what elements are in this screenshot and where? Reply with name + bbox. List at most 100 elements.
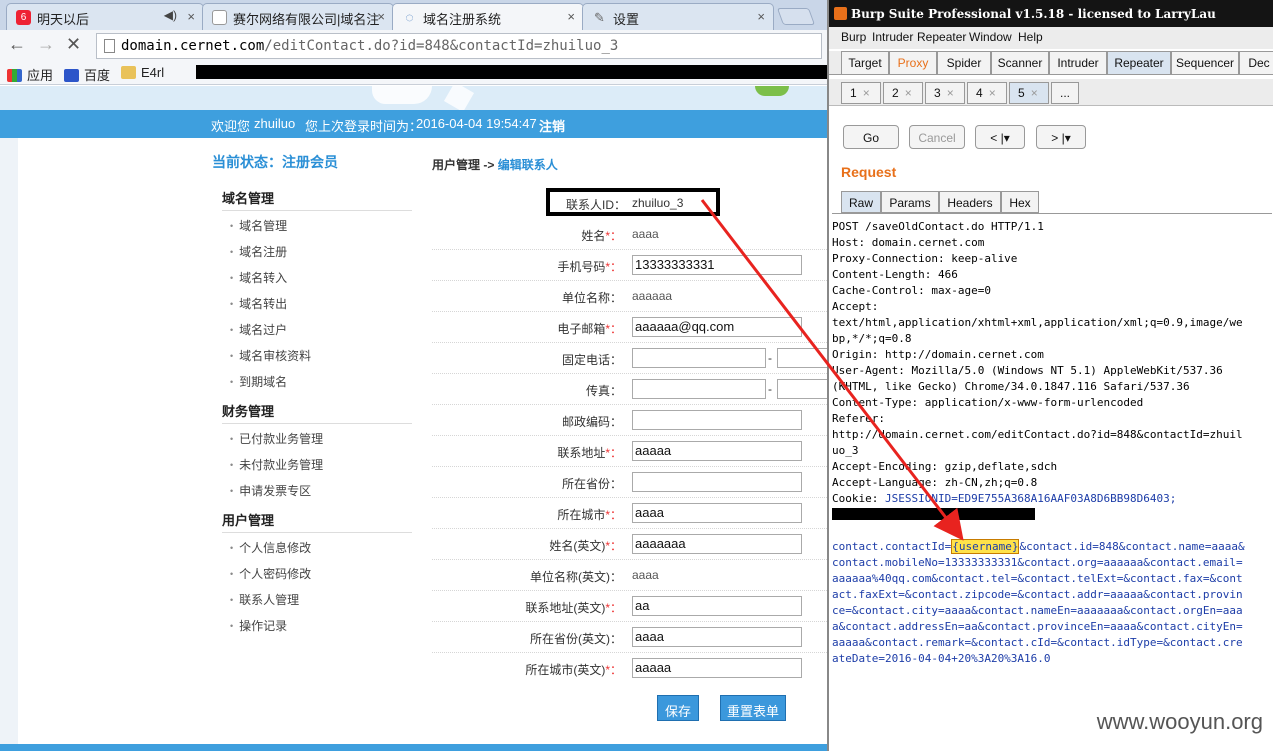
sidebar-item-domain-transfer-out[interactable]: 域名转出 <box>230 295 287 312</box>
repeater-tab-4[interactable]: 4 × <box>967 82 1007 104</box>
repeater-tab-3[interactable]: 3 × <box>925 82 965 104</box>
city-en-input[interactable]: aaaaa <box>632 658 802 678</box>
fax-ext-input[interactable] <box>777 379 827 399</box>
zipcode-input[interactable] <box>632 410 802 430</box>
request-line: User-Agent: Mozilla/5.0 (Windows NT 5.1)… <box>832 364 1223 377</box>
tab-spider[interactable]: Spider <box>937 51 991 74</box>
field-label: 联系地址*： <box>557 444 622 461</box>
req-tab-hex[interactable]: Hex <box>1001 191 1039 213</box>
req-tab-headers[interactable]: Headers <box>939 191 1001 213</box>
tab-decoder[interactable]: Dec <box>1239 51 1273 74</box>
browser-tab-3[interactable]: ◌ 域名注册系统 × <box>392 3 584 31</box>
repeater-tab-more[interactable]: ... <box>1051 82 1079 104</box>
repeater-tab-2[interactable]: 2 × <box>883 82 923 104</box>
logout-link[interactable]: 注销 <box>539 116 565 135</box>
close-icon[interactable]: × <box>863 86 870 100</box>
repeater-tab-1[interactable]: 1 × <box>841 82 881 104</box>
stop-icon[interactable]: ✕ <box>66 34 81 55</box>
label-text: 固定电话 <box>561 353 610 367</box>
menu-help[interactable]: Help <box>1018 30 1043 44</box>
form-row-city-en: 所在城市(英文)*： aaaaa <box>432 653 827 684</box>
sidebar-item-domain-manage[interactable]: 域名管理 <box>230 217 287 234</box>
tab-repeater[interactable]: Repeater <box>1107 51 1171 74</box>
sidebar-item-domain-transfer-in[interactable]: 域名转入 <box>230 269 287 286</box>
close-icon[interactable]: × <box>947 86 954 100</box>
tab-sequencer[interactable]: Sequencer <box>1171 51 1239 74</box>
field-label: 联系地址(英文)*： <box>525 599 622 616</box>
address-input[interactable]: aaaaa <box>632 441 802 461</box>
sidebar-item-invoice[interactable]: 申请发票专区 <box>230 482 311 499</box>
tab-number: 4 <box>976 86 983 100</box>
forward-arrow-icon[interactable]: → <box>37 34 55 55</box>
cookie-line: Cookie: JSESSIONID=ED9E755A368A16AAF03A8… <box>832 491 1272 507</box>
form-row-org: 单位名称： aaaaaa <box>432 281 827 312</box>
request-editor[interactable]: POST /saveOldContact.do HTTP/1.1 Host: do… <box>832 213 1272 683</box>
sidebar-item-domain-ownership[interactable]: 域名过户 <box>230 321 287 338</box>
request-line: Proxy-Connection: keep-alive <box>832 252 1018 265</box>
tel-input[interactable] <box>632 348 766 368</box>
bookmark-baidu[interactable]: 百度 <box>64 65 110 84</box>
menu-intruder[interactable]: Intruder <box>872 30 913 44</box>
cancel-button[interactable]: Cancel <box>909 125 965 149</box>
forward-button[interactable]: > |▾ <box>1036 125 1086 149</box>
email-input[interactable]: aaaaaa@qq.com <box>632 317 802 337</box>
bookmark-apps[interactable]: 应用 <box>7 65 53 84</box>
menu-repeater[interactable]: Repeater <box>917 30 966 44</box>
sidebar-item-password[interactable]: 个人密码修改 <box>230 565 311 582</box>
province-en-input[interactable]: aaaa <box>632 627 802 647</box>
bookmark-e4rl[interactable]: E4rl <box>121 65 164 80</box>
menu-burp[interactable]: Burp <box>841 30 866 44</box>
browser-tab-2[interactable]: 赛尔网络有限公司|域名注 × <box>202 3 394 30</box>
sidebar-item-profile[interactable]: 个人信息修改 <box>230 539 311 556</box>
back-arrow-icon[interactable]: ← <box>8 34 26 55</box>
sidebar-item-contacts[interactable]: 联系人管理 <box>230 591 299 608</box>
repeater-tab-5[interactable]: 5 × <box>1009 82 1049 104</box>
tab-number: 2 <box>892 86 899 100</box>
sidebar-item-paid[interactable]: 已付款业务管理 <box>230 430 323 447</box>
label-text: 单位名称 <box>561 291 610 305</box>
tab-proxy[interactable]: Proxy <box>889 51 937 74</box>
menu-window[interactable]: Window <box>969 30 1012 44</box>
close-tab-icon[interactable]: × <box>567 9 575 24</box>
go-button[interactable]: Go <box>843 125 899 149</box>
sidebar-item-domain-register[interactable]: 域名注册 <box>230 243 287 260</box>
new-tab-button[interactable] <box>776 8 816 25</box>
sidebar-item-logs[interactable]: 操作记录 <box>230 617 287 634</box>
tab-scanner[interactable]: Scanner <box>991 51 1049 74</box>
browser-tab-4[interactable]: ✎ 设置 × <box>582 3 774 30</box>
tab-target[interactable]: Target <box>841 51 889 74</box>
province-input[interactable] <box>632 472 802 492</box>
edit-contact-form: 用户管理 -> 编辑联系人 联系人ID： zhuiluo_3 姓名*： aaaa… <box>432 138 827 751</box>
close-icon[interactable]: × <box>1031 86 1038 100</box>
sidebar-item-domain-review[interactable]: 域名审核资料 <box>230 347 311 364</box>
fax-input[interactable] <box>632 379 766 399</box>
back-button[interactable]: < |▾ <box>975 125 1025 149</box>
tab-intruder[interactable]: Intruder <box>1049 51 1107 74</box>
close-icon[interactable]: × <box>905 86 912 100</box>
breadcrumb-current[interactable]: 编辑联系人 <box>494 158 558 172</box>
close-tab-icon[interactable]: × <box>187 9 195 24</box>
address-en-input[interactable]: aa <box>632 596 802 616</box>
tel-ext-input[interactable] <box>777 348 827 368</box>
reset-button[interactable]: 重置表单 <box>720 695 786 721</box>
sidebar-item-unpaid[interactable]: 未付款业务管理 <box>230 456 323 473</box>
close-tab-icon[interactable]: × <box>757 9 765 24</box>
browser-tab-1[interactable]: 6 明天以后 ◀) × <box>6 3 204 30</box>
tab-strip: 6 明天以后 ◀) × 赛尔网络有限公司|域名注 × ◌ 域名注册系统 × ✎ … <box>0 0 827 31</box>
city-input[interactable]: aaaa <box>632 503 802 523</box>
folder-icon <box>121 66 136 79</box>
label-text: 姓名(英文) <box>549 539 606 553</box>
mobile-input[interactable]: 13333333331 <box>632 255 802 275</box>
label-text: 手机号码 <box>557 260 606 274</box>
save-button[interactable]: 保存 <box>657 695 699 721</box>
close-icon[interactable]: × <box>989 86 996 100</box>
username: zhuiluo <box>254 116 296 131</box>
address-bar[interactable]: domain.cernet.com/editContact.do?id=848&… <box>96 33 822 59</box>
sidebar-item-expiring-domains[interactable]: 到期域名 <box>230 373 287 390</box>
request-line: Content-Type: application/x-www-form-url… <box>832 396 1144 409</box>
required-mark: *： <box>605 663 622 677</box>
req-tab-params[interactable]: Params <box>881 191 939 213</box>
close-tab-icon[interactable]: × <box>377 9 385 24</box>
req-tab-raw[interactable]: Raw <box>841 191 881 213</box>
name-en-input[interactable]: aaaaaaa <box>632 534 802 554</box>
